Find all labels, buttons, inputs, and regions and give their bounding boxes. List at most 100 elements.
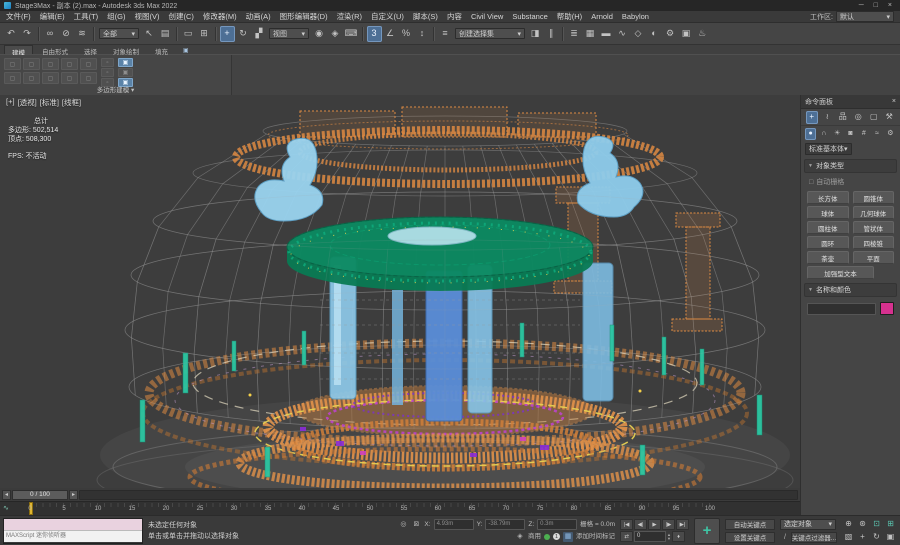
object-type-button[interactable]: 球体 (807, 206, 849, 219)
render-setup-icon[interactable]: ⚙ (663, 26, 678, 42)
poly-modeling-button[interactable]: ▢ (23, 72, 40, 84)
object-type-button[interactable]: 四棱锥 (853, 236, 895, 249)
curve-editor-icon[interactable]: ∿ (615, 26, 630, 42)
track-bar[interactable]: ∿ 05101520253035404550556065707580859095… (0, 501, 800, 515)
selection-filter-dropdown[interactable]: 全部▾ (99, 28, 139, 39)
redo-icon[interactable]: ↷ (20, 26, 35, 42)
menu-item[interactable]: Arnold (591, 12, 613, 21)
material-editor-icon[interactable]: ◐ (647, 26, 662, 42)
object-type-button[interactable]: 平面 (853, 251, 895, 264)
notification-badge[interactable]: 1 (553, 533, 560, 540)
next-frame-button[interactable]: |▶ (662, 519, 675, 530)
frame-back-button[interactable]: ◂ (2, 490, 11, 500)
viewport-standard-menu[interactable]: [标准] (40, 97, 59, 108)
toggle-ribbon-icon[interactable]: ▬ (599, 26, 614, 42)
category-geometry-icon[interactable]: ● (805, 128, 816, 140)
object-type-button[interactable]: 圆环 (807, 236, 849, 249)
y-coordinate-field[interactable]: -38.79m (485, 519, 525, 530)
percent-snap-icon[interactable]: % (399, 26, 414, 42)
select-and-manipulate-icon[interactable]: ◈ (328, 26, 343, 42)
menu-item[interactable]: Civil View (471, 12, 503, 21)
key-selection-dropdown[interactable]: 选定对象 ▾ (780, 519, 836, 530)
edit-named-selection-sets-icon[interactable]: ≡ (438, 26, 453, 42)
menu-item[interactable]: 渲染(R) (337, 11, 362, 22)
menu-item[interactable]: 内容 (447, 11, 462, 22)
menu-item[interactable]: 帮助(H) (557, 11, 582, 22)
category-cameras-icon[interactable]: ◙ (845, 128, 856, 140)
panel-close-icon[interactable]: × (892, 98, 896, 105)
zoom-extents-all-icon[interactable]: ⊞ (884, 518, 897, 530)
poly-modeling-button[interactable]: ▢ (61, 58, 78, 70)
object-type-button[interactable]: 长方体 (807, 191, 849, 204)
select-and-move-icon[interactable]: + (220, 26, 235, 42)
rectangular-selection-region-icon[interactable]: ▭ (181, 26, 196, 42)
align-icon[interactable]: ∥ (544, 26, 559, 42)
poly-modeling-button[interactable]: ▢ (4, 72, 21, 84)
primitive-category-dropdown[interactable]: 标准基本体 ▾ (805, 143, 852, 155)
ribbon-tab-2[interactable]: 自由形式 (35, 45, 75, 54)
menu-item[interactable]: 自定义(U) (371, 11, 404, 22)
object-name-field[interactable] (807, 303, 876, 315)
x-coordinate-field[interactable]: 4.93m (434, 519, 474, 530)
zoom-extents-icon[interactable]: ⊡ (870, 518, 883, 530)
spinner-snap-icon[interactable]: ↕ (415, 26, 430, 42)
viewport-canvas[interactable] (0, 95, 800, 488)
viewport-pov-menu[interactable]: [透视] (18, 97, 37, 108)
z-coordinate-field[interactable]: 0.3m (537, 519, 577, 530)
listener-line[interactable]: MAXScript 迷你侦听器 (4, 531, 142, 542)
zoom-all-icon[interactable]: ⊛ (856, 518, 869, 530)
window-crossing-icon[interactable]: ⊞ (197, 26, 212, 42)
poly-modeling-button[interactable]: ▢ (61, 72, 78, 84)
orbit-icon[interactable]: ↻ (870, 531, 883, 543)
go-to-end-button[interactable]: ▶| (676, 519, 689, 530)
key-icon[interactable]: ♦ (672, 531, 685, 542)
object-type-button[interactable]: 圆锥体 (853, 191, 895, 204)
toggle-scene-explorer-icon[interactable]: ≣ (567, 26, 582, 42)
maximize-icon[interactable]: □ (874, 0, 878, 11)
category-lights-icon[interactable]: ☀ (832, 128, 843, 140)
close-icon[interactable]: × (888, 0, 892, 11)
menu-item[interactable]: 视图(V) (135, 11, 160, 22)
auto-key-button[interactable]: 自动关键点 (725, 519, 775, 530)
open-mini-curve-editor-button[interactable]: ∿ (3, 504, 9, 512)
snap-toggle-3d-icon[interactable]: 3 (367, 26, 382, 42)
ribbon-tab-4[interactable]: 对象绘制 (106, 45, 146, 54)
add-time-tag-button[interactable]: 添加时间标记 (576, 531, 615, 543)
go-to-start-button[interactable]: |◀ (620, 519, 633, 530)
angle-snap-icon[interactable]: ∠ (383, 26, 398, 42)
select-by-name-icon[interactable]: ▤ (158, 26, 173, 42)
object-type-button[interactable]: 加强型文本 (807, 266, 874, 279)
schematic-view-icon[interactable]: ◇ (631, 26, 646, 42)
object-type-button[interactable]: 几何球体 (853, 206, 895, 219)
rendered-frame-window-icon[interactable]: ▣ (679, 26, 694, 42)
tab-utilities[interactable]: ⚒ (883, 111, 895, 124)
polygon-modeling-group-label[interactable]: 多边形建模 ▾ (0, 84, 231, 94)
poly-modeling-toggle[interactable]: ▣ (118, 58, 133, 67)
isolate-selection-toggle[interactable]: ◎ (398, 520, 408, 530)
object-type-button[interactable]: 管状体 (853, 221, 895, 234)
reference-coordinate-dropdown[interactable]: 视图▾ (269, 28, 309, 39)
use-pivot-center-icon[interactable]: ◉ (312, 26, 327, 42)
poly-modeling-button[interactable]: ▢ (80, 58, 97, 70)
menu-item[interactable]: 工具(T) (74, 11, 99, 22)
poly-modeling-toggle[interactable]: ▣ (118, 68, 133, 77)
menu-item[interactable]: 动画(A) (246, 11, 271, 22)
frame-forward-button[interactable]: ▸ (69, 490, 78, 500)
unlink-selection-icon[interactable]: ⊘ (59, 26, 74, 42)
poly-modeling-button[interactable]: ▢ (80, 72, 97, 84)
time-slider-track[interactable] (79, 490, 798, 500)
category-space-warps-icon[interactable]: ≈ (872, 128, 883, 140)
select-and-link-icon[interactable]: ∞ (43, 26, 58, 42)
menu-item[interactable]: 创建(C) (169, 11, 194, 22)
autogrid-checkbox[interactable]: □ 自动栅格 (801, 175, 900, 189)
mirror-icon[interactable]: ◨ (528, 26, 543, 42)
tab-create[interactable]: + (806, 111, 818, 124)
poly-modeling-button[interactable]: ▢ (4, 58, 21, 70)
ribbon-tab-1[interactable]: 建模 (4, 45, 33, 54)
menu-item[interactable]: 图形编辑器(D) (280, 11, 328, 22)
key-filters-button[interactable]: 关键点过滤器... (791, 532, 837, 543)
workspace-dropdown[interactable]: 默认 ▾ (836, 11, 894, 22)
scene-security-shield-icon[interactable]: ◈ (515, 532, 525, 542)
pan-icon[interactable]: + (856, 531, 869, 543)
play-button[interactable]: ▶ (648, 519, 661, 530)
